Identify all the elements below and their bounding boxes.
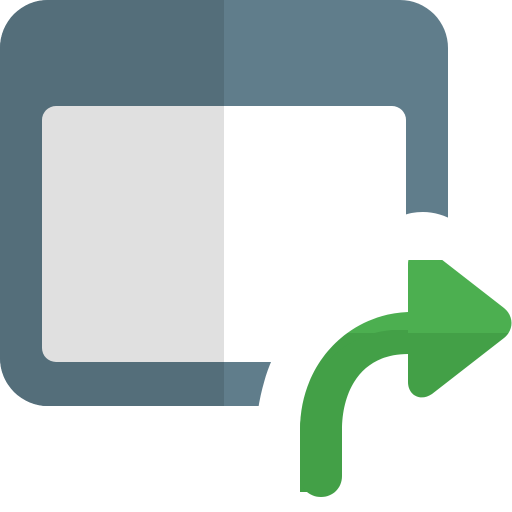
window-share-icon — [0, 0, 512, 512]
icon-canvas — [0, 0, 512, 512]
